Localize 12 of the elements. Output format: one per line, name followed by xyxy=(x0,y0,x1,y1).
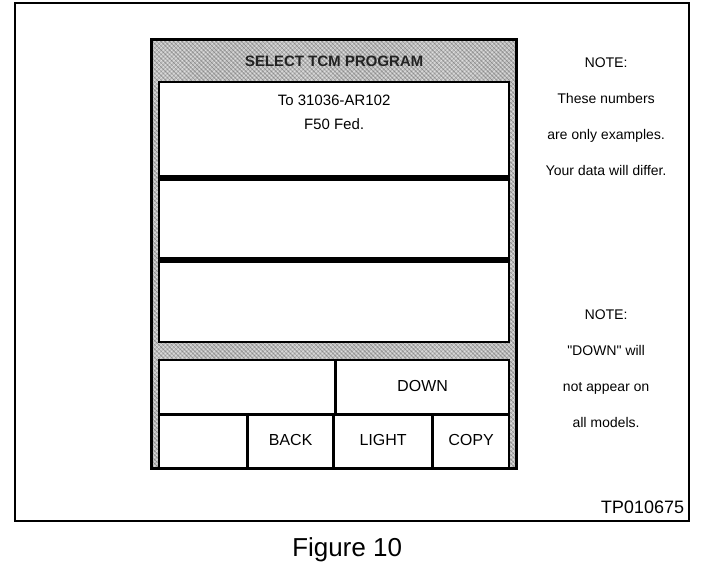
note-title: NOTE: xyxy=(584,53,628,72)
note-text: "DOWN" will xyxy=(567,341,645,360)
note-text: These numbers xyxy=(557,89,655,108)
note-title: NOTE: xyxy=(584,305,628,324)
note-text: not appear on xyxy=(562,377,650,396)
figure-caption: Figure 10 xyxy=(291,532,403,563)
note-text: are only examples. xyxy=(547,125,665,144)
figure-id: TP010675 xyxy=(600,497,685,518)
screen-title: SELECT TCM PROGRAM xyxy=(244,52,424,72)
note-text: all models. xyxy=(572,413,640,432)
note-text: Your data will differ. xyxy=(546,161,666,180)
program-row[interactable]: To 31036-AR102 F50 Fed. xyxy=(158,81,510,179)
